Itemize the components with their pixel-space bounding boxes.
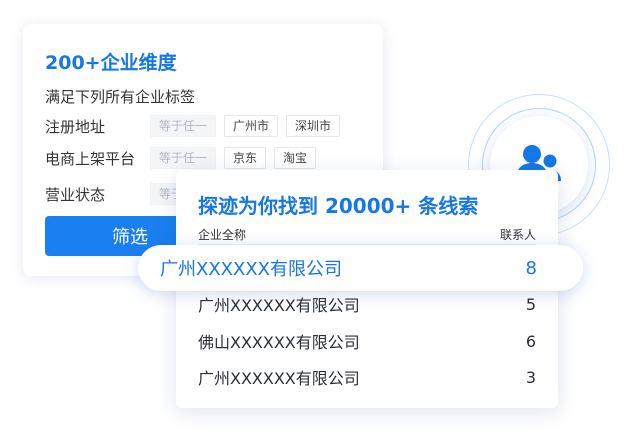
filter-row-address: 注册地址 等于任一 广州市 深圳市 xyxy=(45,114,348,138)
filter-label: 电商上架平台 xyxy=(45,149,136,168)
company-name: 佛山XXXXXX有限公司 xyxy=(198,333,360,352)
highlighted-result-row[interactable]: 广州XXXXXX有限公司 8 xyxy=(138,245,583,291)
filter-tag[interactable]: 淘宝 xyxy=(274,147,317,169)
company-name: 广州XXXXXX有限公司 xyxy=(160,259,342,280)
contact-count: 6 xyxy=(525,331,536,351)
results-title: 探迹为你找到 20000+ 条线索 xyxy=(198,194,479,218)
filter-row-platform: 电商上架平台 等于任一 京东 淘宝 xyxy=(45,146,324,170)
filter-label: 注册地址 xyxy=(45,117,106,136)
result-row[interactable]: 广州XXXXXX有限公司 3 xyxy=(198,365,536,389)
contact-count: 8 xyxy=(525,257,537,279)
filter-title: 200+企业维度 xyxy=(45,52,177,74)
contact-count: 5 xyxy=(525,294,536,314)
result-row[interactable]: 佛山XXXXXX有限公司 6 xyxy=(198,329,536,353)
filter-subtitle: 满足下列所有企业标签 xyxy=(45,88,196,106)
company-name: 广州XXXXXX有限公司 xyxy=(198,369,360,388)
result-row[interactable]: 广州XXXXXX有限公司 5 xyxy=(198,292,536,316)
filter-tag[interactable]: 京东 xyxy=(224,147,267,169)
contact-count: 3 xyxy=(525,367,536,387)
column-header-contacts: 联系人 xyxy=(499,228,536,242)
filter-label: 营业状态 xyxy=(45,185,106,204)
condition-select[interactable]: 等于任一 xyxy=(150,115,217,137)
column-header-company: 企业全称 xyxy=(198,228,247,242)
company-name: 广州XXXXXX有限公司 xyxy=(198,296,360,315)
filter-tag[interactable]: 深圳市 xyxy=(286,115,341,137)
filter-tag[interactable]: 广州市 xyxy=(224,115,279,137)
condition-select[interactable]: 等于任一 xyxy=(150,147,217,169)
